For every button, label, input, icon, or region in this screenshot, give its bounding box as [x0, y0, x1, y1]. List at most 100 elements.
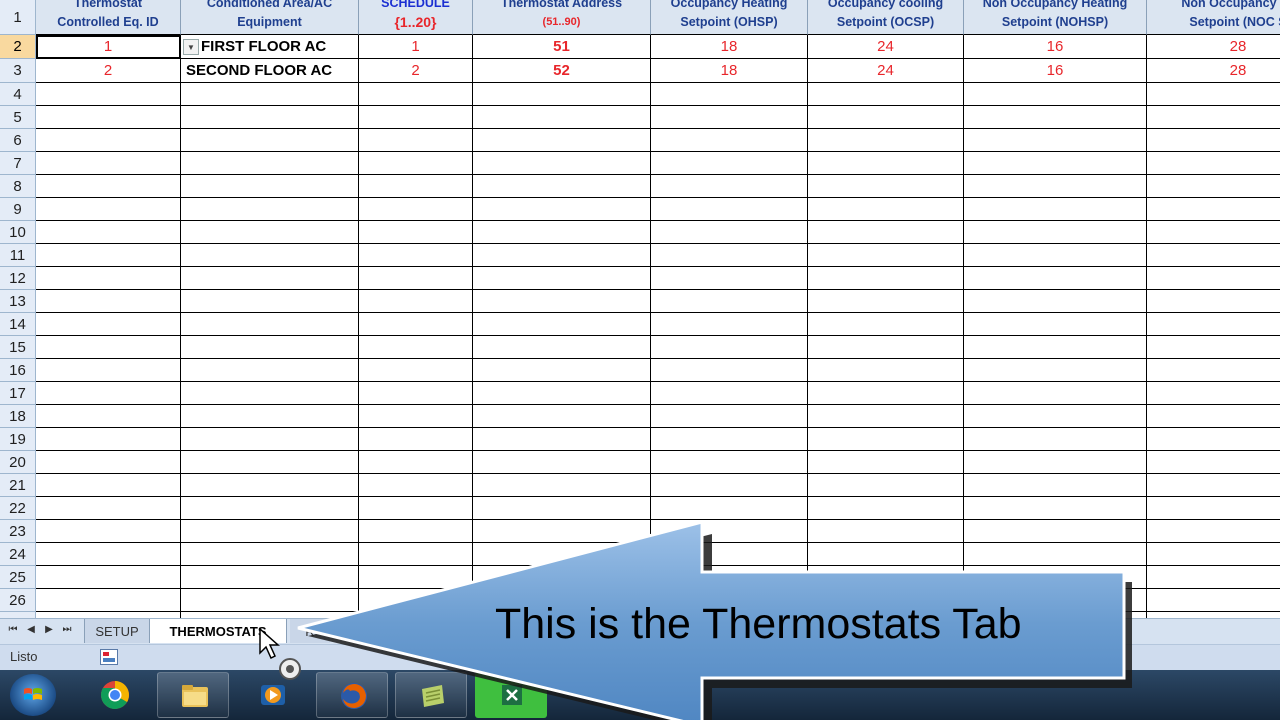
row-header[interactable]: 15 — [0, 336, 36, 359]
empty-cell[interactable] — [808, 405, 964, 428]
empty-cell[interactable] — [36, 405, 181, 428]
empty-cell[interactable] — [473, 405, 651, 428]
empty-cell[interactable] — [36, 451, 181, 474]
empty-cell[interactable] — [651, 106, 808, 129]
row-header[interactable]: 12 — [0, 267, 36, 290]
row-header[interactable]: 22 — [0, 497, 36, 520]
empty-cell[interactable] — [36, 198, 181, 221]
empty-cell[interactable] — [359, 152, 473, 175]
empty-cell[interactable] — [964, 152, 1147, 175]
table-cell[interactable]: 18 — [651, 35, 808, 59]
empty-cell[interactable] — [808, 83, 964, 106]
table-cell[interactable]: 1 — [359, 35, 473, 59]
empty-cell[interactable] — [473, 382, 651, 405]
empty-cell[interactable] — [359, 359, 473, 382]
empty-cell[interactable] — [181, 359, 359, 382]
empty-cell[interactable] — [473, 106, 651, 129]
app-taskbar-button[interactable] — [395, 672, 467, 718]
empty-cell[interactable] — [808, 474, 964, 497]
empty-cell[interactable] — [359, 474, 473, 497]
empty-cell[interactable] — [651, 451, 808, 474]
empty-cell[interactable] — [359, 451, 473, 474]
empty-cell[interactable] — [473, 336, 651, 359]
empty-cell[interactable] — [181, 382, 359, 405]
empty-cell[interactable] — [1147, 336, 1280, 359]
row-header[interactable]: 17 — [0, 382, 36, 405]
empty-cell[interactable] — [181, 313, 359, 336]
empty-cell[interactable] — [181, 405, 359, 428]
empty-cell[interactable] — [473, 129, 651, 152]
empty-cell[interactable] — [1147, 497, 1280, 520]
empty-cell[interactable] — [808, 359, 964, 382]
empty-cell[interactable] — [1147, 267, 1280, 290]
empty-cell[interactable] — [181, 497, 359, 520]
empty-cell[interactable] — [964, 290, 1147, 313]
empty-cell[interactable] — [181, 129, 359, 152]
empty-cell[interactable] — [181, 451, 359, 474]
row-header[interactable]: 1 — [0, 0, 36, 35]
empty-cell[interactable] — [359, 244, 473, 267]
empty-cell[interactable] — [808, 129, 964, 152]
empty-cell[interactable] — [473, 152, 651, 175]
empty-cell[interactable] — [964, 520, 1147, 543]
empty-cell[interactable] — [964, 428, 1147, 451]
empty-cell[interactable] — [36, 129, 181, 152]
prev-sheet-icon[interactable]: ◀ — [24, 624, 38, 635]
empty-cell[interactable] — [181, 244, 359, 267]
empty-cell[interactable] — [36, 244, 181, 267]
empty-cell[interactable] — [36, 543, 181, 566]
empty-cell[interactable] — [964, 497, 1147, 520]
empty-cell[interactable] — [964, 106, 1147, 129]
empty-cell[interactable] — [36, 359, 181, 382]
empty-cell[interactable] — [808, 290, 964, 313]
table-cell[interactable]: 2 — [36, 59, 181, 83]
empty-cell[interactable] — [651, 198, 808, 221]
empty-cell[interactable] — [473, 221, 651, 244]
empty-cell[interactable] — [1147, 474, 1280, 497]
empty-cell[interactable] — [36, 106, 181, 129]
empty-cell[interactable] — [181, 474, 359, 497]
empty-cell[interactable] — [651, 129, 808, 152]
empty-cell[interactable] — [359, 106, 473, 129]
empty-cell[interactable] — [808, 152, 964, 175]
empty-cell[interactable] — [36, 290, 181, 313]
empty-cell[interactable] — [1147, 83, 1280, 106]
row-header[interactable]: 26 — [0, 589, 36, 612]
empty-cell[interactable] — [181, 106, 359, 129]
empty-cell[interactable] — [359, 497, 473, 520]
empty-cell[interactable] — [36, 267, 181, 290]
table-cell[interactable]: 24 — [808, 35, 964, 59]
empty-cell[interactable] — [651, 543, 808, 566]
table-cell[interactable]: FIRST FLOOR AC — [181, 35, 359, 59]
empty-cell[interactable] — [1147, 221, 1280, 244]
empty-cell[interactable] — [359, 129, 473, 152]
other-taskbar-button[interactable] — [555, 672, 627, 718]
empty-cell[interactable] — [181, 83, 359, 106]
empty-cell[interactable] — [473, 313, 651, 336]
table-cell[interactable]: 18 — [651, 59, 808, 83]
row-header[interactable]: 13 — [0, 290, 36, 313]
empty-cell[interactable] — [808, 221, 964, 244]
empty-cell[interactable] — [359, 428, 473, 451]
empty-cell[interactable] — [964, 382, 1147, 405]
empty-cell[interactable] — [651, 267, 808, 290]
empty-cell[interactable] — [359, 313, 473, 336]
last-sheet-icon[interactable]: ⏭ — [60, 624, 74, 635]
row-header[interactable]: 11 — [0, 244, 36, 267]
empty-cell[interactable] — [651, 497, 808, 520]
empty-cell[interactable] — [1147, 589, 1280, 612]
empty-cell[interactable] — [651, 152, 808, 175]
empty-cell[interactable] — [181, 428, 359, 451]
empty-cell[interactable] — [181, 267, 359, 290]
empty-cell[interactable] — [473, 267, 651, 290]
empty-cell[interactable] — [359, 290, 473, 313]
empty-cell[interactable] — [473, 520, 651, 543]
first-sheet-icon[interactable]: ⏮ — [6, 624, 20, 635]
empty-cell[interactable] — [359, 520, 473, 543]
empty-cell[interactable] — [964, 474, 1147, 497]
empty-cell[interactable] — [1147, 359, 1280, 382]
empty-cell[interactable] — [1147, 198, 1280, 221]
empty-cell[interactable] — [359, 83, 473, 106]
empty-cell[interactable] — [808, 428, 964, 451]
empty-cell[interactable] — [964, 405, 1147, 428]
